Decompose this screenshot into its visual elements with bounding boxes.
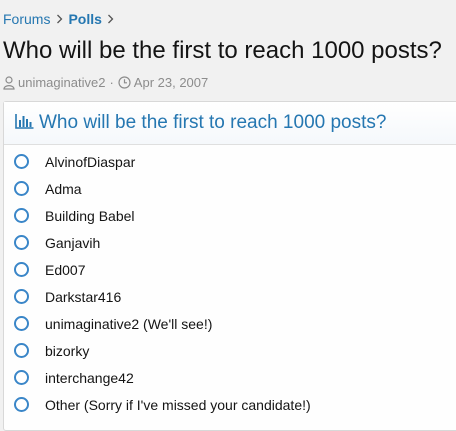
user-icon xyxy=(3,75,15,90)
poll-option-label: Ganjavih xyxy=(45,234,101,251)
clock-icon xyxy=(118,76,131,89)
breadcrumb-polls-link[interactable]: Polls xyxy=(68,11,101,27)
chevron-right-icon xyxy=(50,14,68,24)
poll-option-label: Building Babel xyxy=(45,207,135,224)
radio-button[interactable] xyxy=(14,262,29,277)
poll-block: Who will be the first to reach 1000 post… xyxy=(3,101,456,431)
poll-option[interactable]: Ganjavih xyxy=(4,229,311,256)
poll-option[interactable]: Adma xyxy=(4,175,311,202)
page-title: Who will be the first to reach 1000 post… xyxy=(3,37,442,64)
radio-button[interactable] xyxy=(14,289,29,304)
poll-option-label: interchange42 xyxy=(45,369,134,386)
chevron-right-icon xyxy=(102,14,120,24)
radio-button[interactable] xyxy=(14,397,29,412)
thread-author-link[interactable]: unimaginative2 xyxy=(18,75,105,90)
radio-button[interactable] xyxy=(14,370,29,385)
poll-option[interactable]: bizorky xyxy=(4,337,311,364)
poll-question: Who will be the first to reach 1000 post… xyxy=(39,112,387,133)
bar-chart-icon xyxy=(15,113,34,134)
poll-option-label: Ed007 xyxy=(45,261,86,278)
poll-option[interactable]: AlvinofDiaspar xyxy=(4,148,311,175)
breadcrumb: Forums Polls xyxy=(3,11,120,27)
poll-option-label: Other (Sorry if I've missed your candida… xyxy=(45,396,311,413)
radio-button[interactable] xyxy=(14,316,29,331)
poll-option[interactable]: Building Babel xyxy=(4,202,311,229)
poll-option-label: AlvinofDiaspar xyxy=(45,153,136,170)
poll-header: Who will be the first to reach 1000 post… xyxy=(4,102,456,145)
poll-option-label: Darkstar416 xyxy=(45,288,122,305)
poll-option[interactable]: interchange42 xyxy=(4,364,311,391)
radio-button[interactable] xyxy=(14,235,29,250)
breadcrumb-forums-link[interactable]: Forums xyxy=(3,11,50,27)
poll-option-label: unimaginative2 (We'll see!) xyxy=(45,315,213,332)
poll-option[interactable]: Darkstar416 xyxy=(4,283,311,310)
thread-date[interactable]: Apr 23, 2007 xyxy=(134,75,208,90)
poll-option[interactable]: Other (Sorry if I've missed your candida… xyxy=(4,391,311,418)
poll-option[interactable]: unimaginative2 (We'll see!) xyxy=(4,310,311,337)
poll-option[interactable]: Ed007 xyxy=(4,256,311,283)
radio-button[interactable] xyxy=(14,343,29,358)
radio-button[interactable] xyxy=(14,181,29,196)
meta-separator: · xyxy=(109,75,114,90)
poll-options: AlvinofDiaspar Adma Building Babel Ganja… xyxy=(4,148,311,418)
radio-button[interactable] xyxy=(14,154,29,169)
poll-option-label: Adma xyxy=(45,180,82,197)
thread-meta: unimaginative2 · Apr 23, 2007 xyxy=(3,75,208,90)
radio-button[interactable] xyxy=(14,208,29,223)
poll-option-label: bizorky xyxy=(45,342,90,359)
